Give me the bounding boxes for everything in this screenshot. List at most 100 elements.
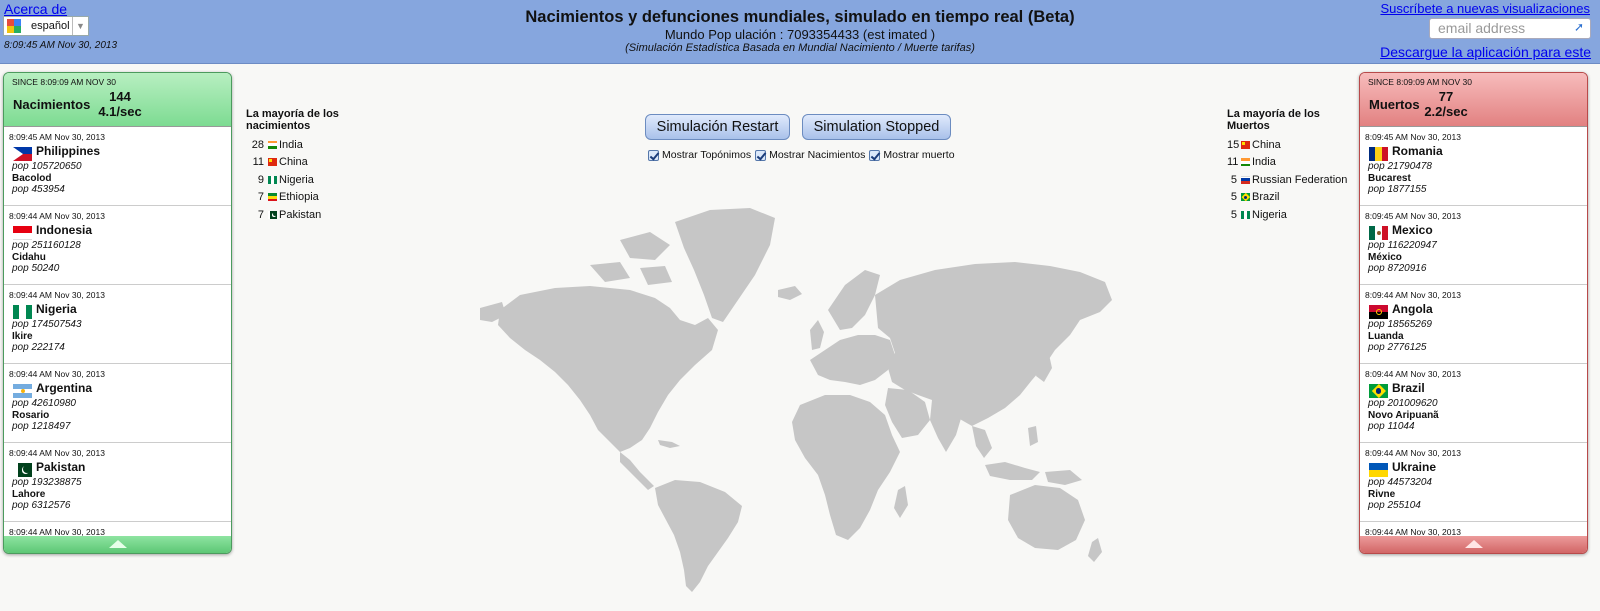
submit-arrow-icon[interactable]: ➚ [1574,20,1584,34]
event-country: Ukraine [1392,459,1437,474]
births-panel: SINCE 8:09:09 AM NOV 30 Nacimientos 144 … [3,72,232,554]
nigeria-flag-icon [268,175,277,184]
world-population: Mundo Pop ulación : 7093354433 (est imat… [664,27,936,42]
toponyms-label: Mostrar Topónimos [662,149,752,161]
email-placeholder: email address [1438,20,1526,36]
event-item: 8:09:44 AM Nov 30, 2013 Argentina pop 42… [4,364,231,443]
top-count: 5 [1230,173,1237,186]
top-births-list: La mayoría de los nacimientos 28 India 11… [246,108,386,224]
dropdown-arrow-icon[interactable]: ▼ [72,17,88,35]
deaths-count: 77 [1438,89,1454,104]
top-country: Russian Federation [1252,173,1348,186]
event-country: Indonesia [36,222,93,237]
world-map[interactable] [480,190,1116,594]
top-count: 5 [1230,208,1237,221]
births-scroll-footer[interactable] [4,536,231,553]
deaths-scroll-footer[interactable] [1360,536,1587,553]
country-population: pop 193238875 [12,477,82,488]
top-list-row: 15 China [1227,136,1367,154]
event-country: Angola [1392,301,1433,316]
top-list-row: 5 Brazil [1227,189,1367,207]
top-deaths-title-line1: La mayoría de los [1227,108,1320,120]
arctic-island-land [590,262,630,282]
scroll-up-icon[interactable] [1464,540,1483,548]
pakistan-flag-icon [13,463,32,477]
top-country: Nigeria [279,173,314,186]
event-time: 8:09:45 AM Nov 30, 2013 [9,132,105,142]
checkbox-checked-icon[interactable] [755,149,767,161]
simulation-stopped-button[interactable]: Simulation Stopped [802,114,951,140]
top-births-title: La mayoría de los nacimientos [246,108,386,132]
madagascar-land [894,486,908,518]
top-deaths-rows: 15 China 11 India 5 Russian Federation 5 Br… [1227,136,1367,224]
scroll-up-icon[interactable] [108,540,127,548]
top-list-row: 5 Nigeria [1227,206,1367,224]
top-count: 7 [257,208,264,221]
argentina-flag-icon [13,384,32,398]
event-country-row: Ukraine [1365,460,1587,477]
event-item: 8:09:44 AM Nov 30, 2013 [4,522,231,536]
city-population: pop 50240 [12,263,60,274]
city-population: pop 1218497 [12,421,71,432]
event-item: 8:09:44 AM Nov 30, 2013 Nigeria pop 1745… [4,285,231,364]
country-population: pop 21790478 [1368,161,1432,172]
top-count: 11 [252,156,264,169]
page-title: Nacimientos y defunciones mundiales, sim… [525,8,1075,26]
top-deaths-title: La mayoría de los Muertos [1227,108,1367,132]
top-list-row: 7 Ethiopia [246,189,386,207]
header-bar: Acerca de español ▼ 8:09:45 AM Nov 30, 2… [0,0,1600,64]
nigeria-flag-icon [13,305,32,319]
philippines-flag-icon [13,147,32,161]
event-item: 8:09:44 AM Nov 30, 2013 Ukraine pop 4457… [1360,443,1587,522]
city-population: pop 222174 [12,342,65,353]
deaths-event-list[interactable]: 8:09:45 AM Nov 30, 2013 Romania pop 2179… [1360,127,1587,536]
births-checkbox-label: Mostrar Nacimientos [769,149,866,161]
event-time: 8:09:45 AM Nov 30, 2013 [1365,132,1461,142]
top-list-row: 9 Nigeria [246,171,386,189]
china-flag-icon [268,158,277,167]
country-population: pop 174507543 [12,319,82,330]
event-city: Luanda [1368,331,1404,342]
top-births-title-line1: La mayoría de los [246,108,339,120]
india-flag-icon [1241,158,1250,167]
deaths-checkbox[interactable]: Mostrar muerto [869,149,955,161]
email-input[interactable]: email address ➚ [1429,18,1591,39]
top-count: 11 [1227,156,1239,169]
checkbox-checked-icon[interactable] [648,149,659,161]
deaths-since: SINCE 8:09:09 AM NOV 30 [1368,77,1472,87]
event-country: Nigeria [36,301,77,316]
display-options: Mostrar Topónimos Mostrar Nacimientos Mo… [648,149,959,161]
pakistan-flag-icon [268,210,277,219]
download-app-link[interactable]: Descargue la aplicación para este [1380,44,1591,60]
top-births-rows: 28 India 11 China 9 Nigeria 7 Ethiopia 7 Pak… [246,136,386,224]
google-translate-icon [7,19,21,33]
language-select[interactable]: español ▼ [3,16,89,36]
event-time: 8:09:44 AM Nov 30, 2013 [9,448,105,458]
city-population: pop 453954 [12,184,65,195]
about-link[interactable]: Acerca de [4,1,67,17]
event-country: Philippines [36,143,101,158]
births-panel-header: SINCE 8:09:09 AM NOV 30 Nacimientos 144 … [4,73,231,127]
city-population: pop 8720916 [1368,263,1427,274]
births-event-list[interactable]: 8:09:45 AM Nov 30, 2013 Philippines pop … [4,127,231,536]
event-city: Bucarest [1368,173,1411,184]
top-count: 9 [257,173,264,186]
indonesia-land [985,462,1040,480]
event-time: 8:09:44 AM Nov 30, 2013 [1365,369,1461,379]
subscribe-link[interactable]: Suscríbete a nuevas visualizaciones [1380,1,1590,16]
checkbox-checked-icon[interactable] [869,149,881,161]
births-since: SINCE 8:09:09 AM NOV 30 [12,77,116,87]
event-time: 8:09:44 AM Nov 30, 2013 [9,369,105,379]
toponyms-checkbox[interactable]: Mostrar Topónimos [648,149,751,161]
event-city: Rosario [12,410,50,421]
arctic-island-land [640,266,672,285]
restart-simulation-button[interactable]: Simulación Restart [645,114,790,140]
deaths-rate: 2.2/sec [1424,104,1468,119]
country-population: pop 116220947 [1368,240,1437,251]
top-list-row: 5 Russian Federation [1227,171,1367,189]
language-value: español [31,20,70,32]
births-checkbox[interactable]: Mostrar Nacimientos [755,149,865,161]
event-city: Ikire [12,331,33,342]
nigeria-flag-icon [1241,210,1250,219]
event-city: Lahore [12,489,46,500]
